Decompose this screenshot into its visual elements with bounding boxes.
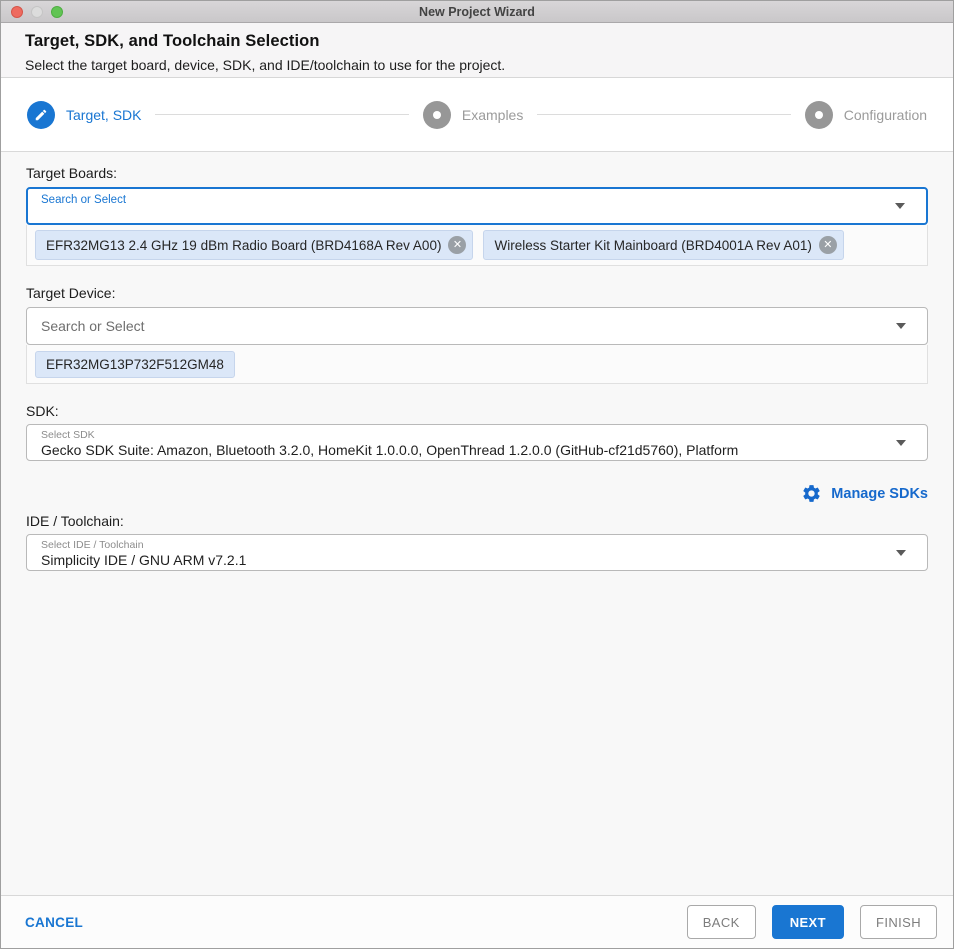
sdk-selected-value: Gecko SDK Suite: Amazon, Bluetooth 3.2.0…	[41, 442, 739, 458]
board-chip: EFR32MG13 2.4 GHz 19 dBm Radio Board (BR…	[35, 230, 474, 260]
sdk-label: SDK:	[26, 403, 59, 419]
chevron-down-icon[interactable]	[896, 549, 906, 556]
target-device-label: Target Device:	[26, 285, 116, 301]
target-device-search-input[interactable]: Search or Select	[26, 307, 928, 345]
stepper-connector	[537, 114, 791, 115]
manage-sdks-row: Manage SDKs	[26, 483, 928, 504]
edit-pencil-icon	[27, 100, 55, 129]
target-boards-chips: EFR32MG13 2.4 GHz 19 dBm Radio Board (BR…	[26, 225, 928, 266]
manage-sdks-link[interactable]: Manage SDKs	[831, 486, 928, 502]
back-button[interactable]: BACK	[686, 905, 756, 939]
step-examples[interactable]: Examples	[422, 100, 524, 129]
window-title: New Project Wizard	[419, 4, 535, 19]
wizard-header: Target, SDK, and Toolchain Selection Sel…	[1, 23, 953, 78]
step-circle-icon	[422, 100, 451, 129]
ide-toolchain-select[interactable]: Select IDE / Toolchain Simplicity IDE / …	[26, 534, 928, 571]
next-button[interactable]: NEXT	[771, 905, 844, 939]
chevron-down-icon[interactable]	[896, 439, 906, 446]
close-window-button[interactable]	[11, 6, 23, 18]
ide-selected-value: Simplicity IDE / GNU ARM v7.2.1	[41, 552, 247, 568]
step-label: Target, SDK	[66, 106, 142, 123]
ide-toolchain-label: IDE / Toolchain:	[26, 513, 124, 529]
chip-label: EFR32MG13P732F512GM48	[46, 356, 224, 372]
footer-buttons: BACK NEXT FINISH	[686, 905, 937, 939]
remove-chip-icon[interactable]: ✕	[818, 236, 837, 254]
step-target-sdk[interactable]: Target, SDK	[27, 100, 142, 129]
step-label: Configuration	[843, 106, 928, 123]
wizard-footer: CANCEL BACK NEXT FINISH	[1, 895, 953, 948]
step-circle-icon	[804, 100, 833, 129]
zoom-window-button[interactable]	[51, 6, 63, 18]
page-title: Target, SDK, and Toolchain Selection	[25, 32, 320, 50]
board-chip: Wireless Starter Kit Mainboard (BRD4001A…	[483, 230, 844, 260]
stepper-connector	[155, 114, 409, 115]
chip-label: Wireless Starter Kit Mainboard (BRD4001A…	[494, 237, 812, 253]
target-device-chips: EFR32MG13P732F512GM48	[26, 345, 928, 384]
step-configuration[interactable]: Configuration	[804, 100, 928, 129]
chevron-down-icon[interactable]	[896, 323, 906, 329]
window-controls	[11, 6, 63, 18]
new-project-wizard-window: New Project Wizard Target, SDK, and Tool…	[0, 0, 954, 949]
wizard-content: Target Boards: Search or Select EFR32MG1…	[1, 152, 953, 895]
remove-chip-icon[interactable]: ✕	[448, 236, 467, 254]
wizard-stepper: Target, SDK Examples Configuration	[1, 78, 953, 152]
title-bar: New Project Wizard	[1, 1, 953, 23]
target-device-placeholder: Search or Select	[41, 318, 145, 334]
target-boards-search-input[interactable]: Search or Select	[26, 187, 928, 225]
target-boards-placeholder: Search or Select	[41, 194, 127, 206]
gear-icon	[803, 485, 820, 502]
page-subtitle: Select the target board, device, SDK, an…	[25, 57, 506, 73]
chip-label: EFR32MG13 2.4 GHz 19 dBm Radio Board (BR…	[46, 237, 442, 253]
cancel-button[interactable]: CANCEL	[25, 915, 83, 930]
device-chip: EFR32MG13P732F512GM48	[35, 350, 235, 378]
finish-button[interactable]: FINISH	[859, 905, 937, 939]
minimize-window-button[interactable]	[31, 6, 43, 18]
step-label: Examples	[461, 106, 524, 123]
ide-field-label: Select IDE / Toolchain	[41, 539, 144, 551]
sdk-select[interactable]: Select SDK Gecko SDK Suite: Amazon, Blue…	[26, 424, 928, 461]
target-boards-label: Target Boards:	[26, 165, 118, 181]
sdk-field-label: Select SDK	[41, 429, 95, 441]
chevron-down-icon[interactable]	[895, 203, 905, 209]
